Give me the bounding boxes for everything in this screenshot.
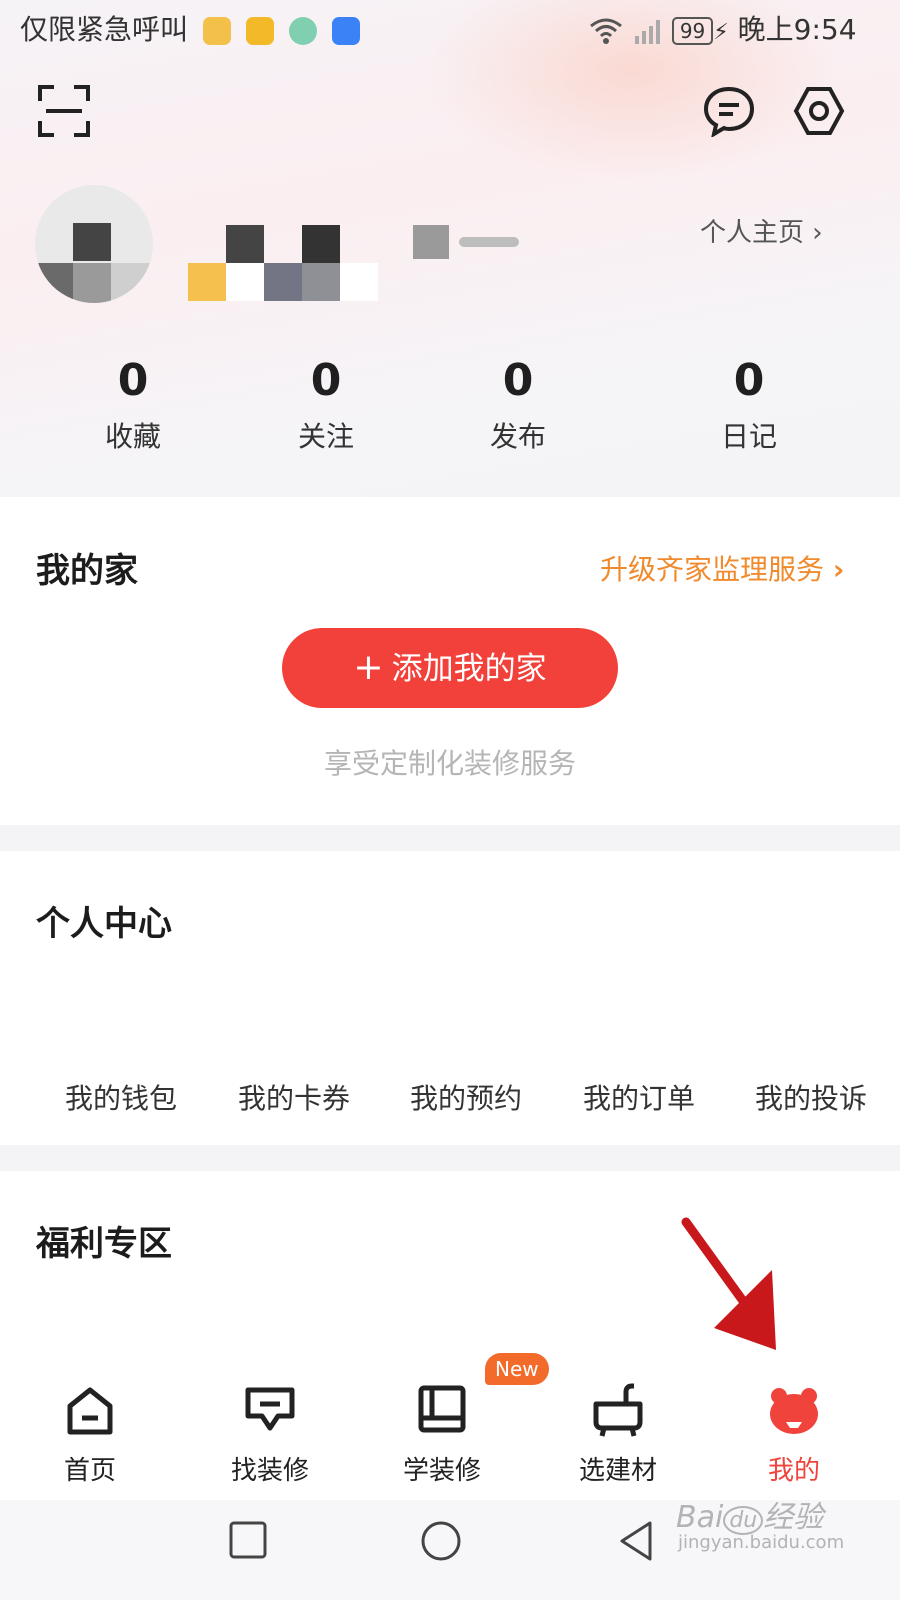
back-triangle-icon[interactable] [616,1520,656,1562]
find-renovation-icon [245,1387,295,1431]
watermark-paw-icon: du [723,1506,764,1535]
welfare-title: 福利专区 [36,1224,172,1264]
stat-diary-label[interactable]: 日记 [659,415,839,455]
watermark-suffix: 经验 [763,1500,824,1535]
avatar[interactable] [35,185,153,303]
tab-find-renovation-label: 找装修 [230,1456,309,1486]
stat-posts-value: 0 [502,355,534,406]
menu-item-appointments[interactable]: 我的预约 [380,1077,552,1117]
status-right: 99 ⚡ 晚上9:54 [588,8,888,52]
notification-app-icon [245,17,274,45]
plus-icon: + [353,647,384,688]
tab-mine-label: 我的 [767,1456,820,1486]
wifi-icon [590,18,622,44]
carrier-text: 仅限紧急呼叫 [20,13,189,46]
watermark: Bai du 经验 [676,1492,823,1536]
stat-following-value: 0 [310,355,342,406]
notification-app-icon [288,17,317,45]
my-home-subtitle: 享受定制化装修服务 [323,747,576,780]
stat-favorites-label[interactable]: 收藏 [43,415,223,455]
homepage-link[interactable]: 个人主页 › [700,212,823,249]
tab-home[interactable]: 首页 [0,1380,180,1487]
tab-home-label: 首页 [63,1456,116,1486]
profile-bear-icon [770,1388,818,1434]
my-home-title: 我的家 [36,551,138,591]
learn-renovation-icon [418,1385,466,1433]
settings-icon[interactable] [792,84,846,138]
username-redacted [188,225,378,301]
add-my-home-button[interactable]: + 添加我的家 [282,628,618,708]
battery-icon: 99 [671,17,714,45]
tab-materials[interactable]: 选建材 [528,1380,708,1487]
notification-app-icon [202,17,231,45]
personal-center-title: 个人中心 [36,904,172,944]
notification-app-icon [331,17,360,45]
annotation-arrow-icon [681,1217,776,1350]
stat-diary-value: 0 [733,355,765,406]
scan-icon[interactable] [38,85,90,137]
tab-learn-renovation-label: 学装修 [402,1456,481,1486]
clock: 晚上9:54 [737,13,857,46]
tab-materials-label: 选建材 [578,1456,657,1486]
menu-item-complaints[interactable]: 我的投诉 [725,1077,897,1117]
tab-find-renovation[interactable]: 找装修 [180,1380,360,1487]
chevron-right-icon: › [832,553,845,586]
stat-following-label[interactable]: 关注 [236,415,416,455]
stat-favorites-value: 0 [117,355,149,406]
signal-icon [634,20,660,44]
menu-item-wallet[interactable]: 我的钱包 [35,1077,207,1117]
status-carrier: 仅限紧急呼叫 [20,8,360,52]
homepage-link-label: 个人主页 [700,218,805,248]
menu-item-coupons[interactable]: 我的卡券 [208,1077,380,1117]
user-tag-redacted [413,225,525,259]
chevron-right-icon: › [812,218,823,248]
add-my-home-label: 添加我的家 [391,651,547,687]
stat-posts-label[interactable]: 发布 [428,415,608,455]
tab-learn-renovation[interactable]: 学装修 [352,1380,532,1487]
charging-icon: ⚡ [713,20,729,45]
recent-apps-icon[interactable] [228,1520,268,1560]
watermark-brand: Bai [676,1500,724,1535]
message-icon[interactable] [703,85,755,137]
home-icon [67,1387,113,1435]
upgrade-supervision-link[interactable]: 升级齐家监理服务 › [600,548,844,588]
tab-mine[interactable]: 我的 [704,1380,884,1487]
upgrade-supervision-label: 升级齐家监理服务 [600,553,825,586]
menu-item-orders[interactable]: 我的订单 [553,1077,725,1117]
home-circle-icon[interactable] [420,1520,462,1562]
watermark-url: jingyan.baidu.com [678,1532,845,1553]
materials-icon [593,1383,643,1437]
